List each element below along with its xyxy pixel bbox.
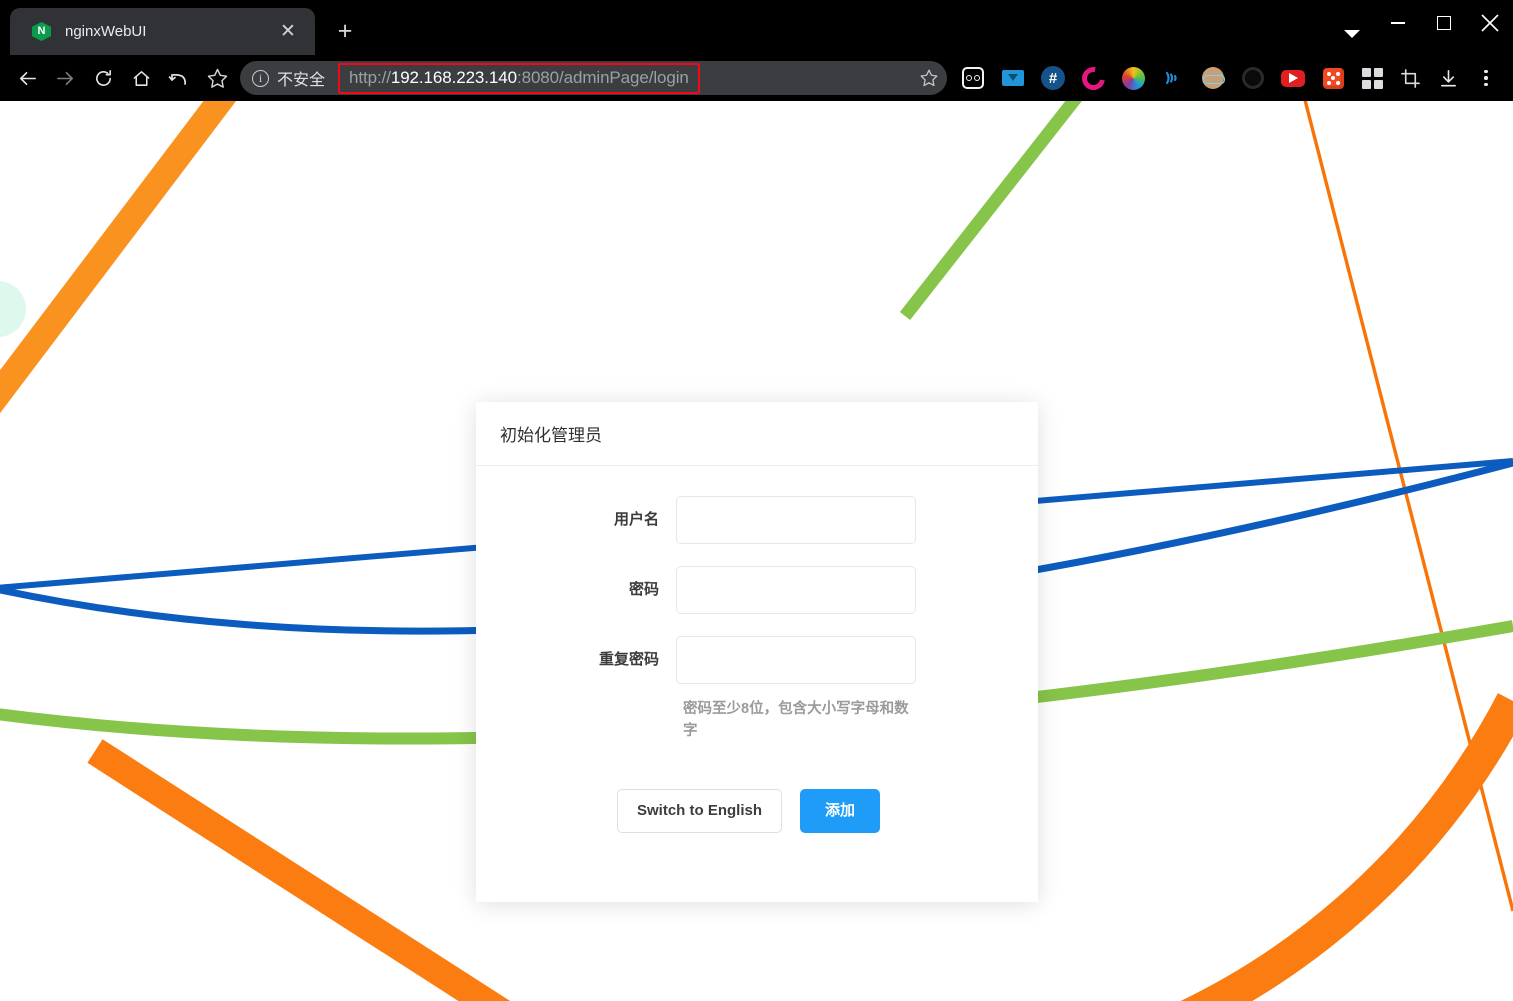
page-title: 初始化管理员 xyxy=(500,426,602,445)
nginx-logo-icon: N xyxy=(32,22,51,41)
switch-language-button[interactable]: Switch to English xyxy=(617,788,783,833)
page-viewport: 初始化管理员 用户名 密码 重复密码 密码至少8位，包含大小写字母和数字 Swi… xyxy=(0,101,1513,1001)
card-header: 初始化管理员 xyxy=(476,402,1038,466)
tab-list-chevron-down-icon[interactable] xyxy=(1329,0,1375,46)
undo-icon[interactable] xyxy=(160,59,198,97)
window-controls xyxy=(1329,0,1513,46)
browser-tab[interactable]: N nginxWebUI ✕ xyxy=(10,8,315,55)
password-input[interactable] xyxy=(676,566,916,614)
browser-toolbar: i 不安全 http://192.168.223.140:8080/adminP… xyxy=(0,55,1513,101)
forward-icon[interactable] xyxy=(46,59,84,97)
globe-download-extension-icon[interactable] xyxy=(1113,59,1153,97)
site-info-icon[interactable]: i xyxy=(252,69,269,87)
username-input[interactable] xyxy=(676,496,916,544)
black-ring-extension-icon[interactable] xyxy=(1233,59,1273,97)
form-row-username: 用户名 xyxy=(476,496,1038,544)
card-actions: Switch to English 添加 xyxy=(617,788,1038,833)
url-text: http://192.168.223.140:8080/adminPage/lo… xyxy=(349,68,689,88)
maximize-window-button[interactable] xyxy=(1421,0,1467,46)
hashtag-extension-icon[interactable]: # xyxy=(1033,59,1073,97)
url-scheme: http:// xyxy=(349,67,391,87)
hashtag-glyph: # xyxy=(1048,69,1058,87)
repeat-password-label: 重复密码 xyxy=(598,651,659,668)
tab-strip: N nginxWebUI ✕ + xyxy=(0,0,1513,55)
home-icon[interactable] xyxy=(122,59,160,97)
goggles-extension-icon[interactable] xyxy=(953,59,993,97)
repeat-password-input[interactable] xyxy=(676,636,916,684)
init-admin-card: 初始化管理员 用户名 密码 重复密码 密码至少8位，包含大小写字母和数字 Swi… xyxy=(476,402,1038,902)
url-path: :8080/adminPage/login xyxy=(516,67,689,87)
extension-icons: # xyxy=(953,59,1353,97)
orange-diagonal-upper xyxy=(0,101,237,414)
crop-capture-icon[interactable] xyxy=(1391,59,1429,97)
magenta-circle-extension-icon[interactable] xyxy=(1073,59,1113,97)
mint-circle-decoration xyxy=(0,281,26,337)
close-window-button[interactable] xyxy=(1467,0,1513,46)
password-label: 密码 xyxy=(628,581,659,598)
form-row-password: 密码 xyxy=(476,566,1038,614)
minimize-window-button[interactable] xyxy=(1375,0,1421,46)
url-highlight-box[interactable]: http://192.168.223.140:8080/adminPage/lo… xyxy=(338,62,700,94)
three-dots-menu-icon[interactable] xyxy=(1467,59,1505,97)
card-body: 用户名 密码 重复密码 密码至少8位，包含大小写字母和数字 Switch to … xyxy=(476,466,1038,833)
red-dice-extension-icon[interactable] xyxy=(1313,59,1353,97)
bookmark-this-page-star-icon[interactable] xyxy=(911,61,947,95)
apps-grid-icon[interactable] xyxy=(1353,59,1391,97)
favicon-letter: N xyxy=(37,25,46,37)
green-diagonal-top xyxy=(899,101,1082,321)
new-tab-button[interactable]: + xyxy=(329,15,361,47)
address-bar[interactable]: i 不安全 http://192.168.223.140:8080/adminP… xyxy=(240,61,947,95)
download-icon[interactable] xyxy=(1429,59,1467,97)
security-status-label: 不安全 xyxy=(277,72,326,89)
username-label: 用户名 xyxy=(613,511,659,528)
tab-title: nginxWebUI xyxy=(65,23,147,40)
url-host: 192.168.223.140 xyxy=(390,67,517,87)
reload-icon[interactable] xyxy=(84,59,122,97)
blue-folder-extension-icon[interactable] xyxy=(993,59,1033,97)
browser-window: N nginxWebUI ✕ + i 不安全 http://192.168.22… xyxy=(0,0,1513,1001)
form-row-repeat-password: 重复密码 xyxy=(476,636,1038,684)
back-icon[interactable] xyxy=(8,59,46,97)
wifi-waves-extension-icon[interactable] xyxy=(1153,59,1193,97)
bookmark-star-outline-icon[interactable] xyxy=(198,59,236,97)
orange-arc-bottom-right xyxy=(1180,693,1513,1001)
youtube-extension-icon[interactable] xyxy=(1273,59,1313,97)
face-glasses-extension-icon[interactable] xyxy=(1193,59,1233,97)
add-admin-button[interactable]: 添加 xyxy=(800,788,881,833)
password-rule-hint: 密码至少8位，包含大小写字母和数字 xyxy=(683,701,909,740)
close-tab-icon[interactable]: ✕ xyxy=(275,19,301,45)
